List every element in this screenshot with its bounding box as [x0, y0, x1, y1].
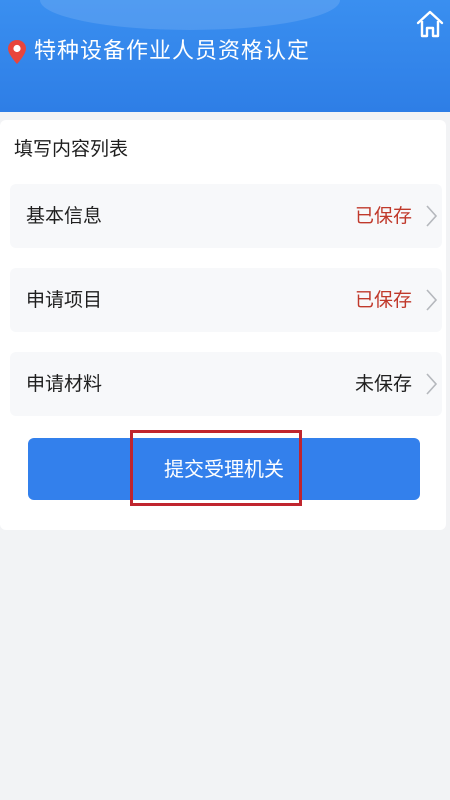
page: 特种设备作业人员资格认定 填写内容列表 基本信息 已保存 申请项目 已保存 申请… [0, 0, 450, 800]
location-pin-icon [8, 40, 26, 64]
chevron-right-icon [426, 373, 438, 395]
list-item-application-items[interactable]: 申请项目 已保存 [10, 268, 442, 332]
status-text: 已保存 [354, 289, 412, 311]
list-item-label: 申请材料 [26, 373, 103, 395]
chevron-right-icon [426, 205, 438, 227]
submit-button[interactable]: 提交受理机关 [28, 438, 420, 500]
list-item-application-materials[interactable]: 申请材料 未保存 [10, 352, 442, 416]
status-text: 未保存 [354, 373, 412, 395]
header-decoration [40, 0, 340, 30]
list-item-basic-info[interactable]: 基本信息 已保存 [10, 184, 442, 248]
list-item-label: 基本信息 [26, 205, 103, 227]
app-header: 特种设备作业人员资格认定 [0, 0, 450, 112]
status-text: 已保存 [354, 205, 412, 227]
home-icon[interactable] [414, 8, 446, 40]
list-item-label: 申请项目 [26, 289, 103, 311]
section-title: 填写内容列表 [14, 138, 129, 160]
chevron-right-icon [426, 289, 438, 311]
form-list-card: 填写内容列表 基本信息 已保存 申请项目 已保存 申请材料 未保存 提交受理机关 [0, 120, 446, 530]
page-title: 特种设备作业人员资格认定 [34, 39, 311, 64]
